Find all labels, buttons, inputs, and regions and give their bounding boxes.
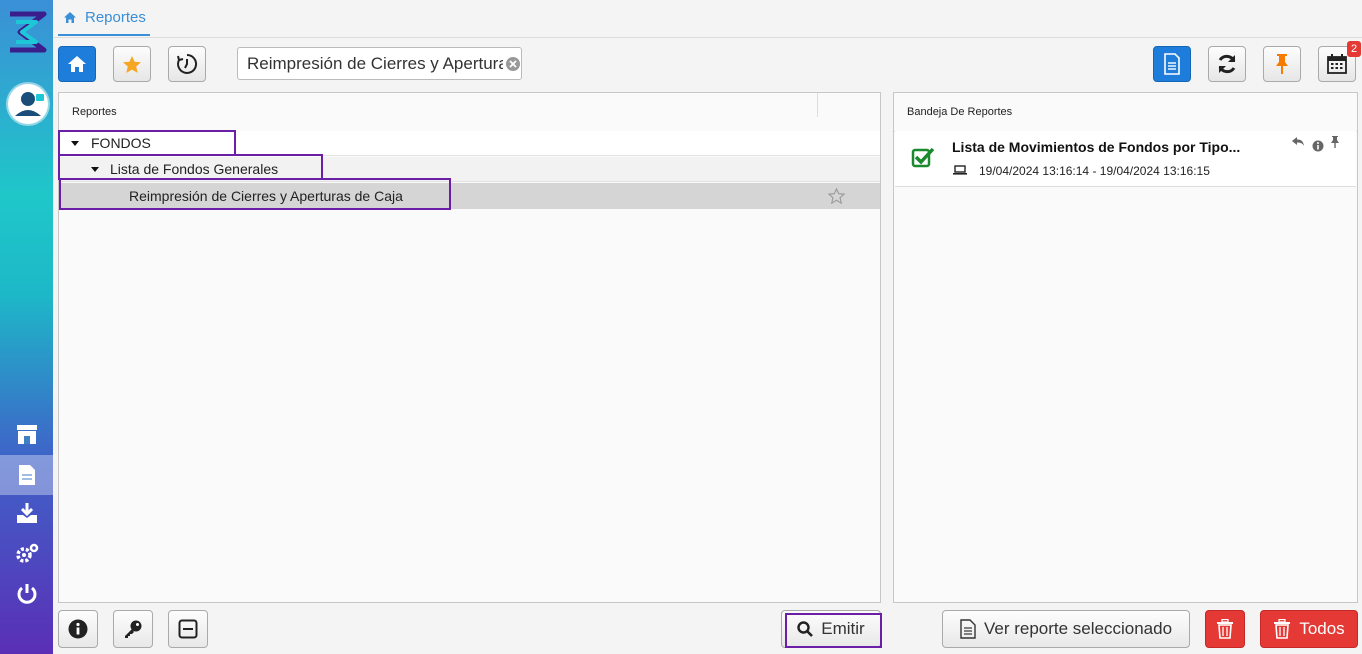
info-icon[interactable] [1312, 140, 1324, 152]
pin-icon[interactable] [1330, 135, 1340, 148]
home-icon [68, 56, 86, 72]
panel-title: Bandeja De Reportes [907, 106, 1013, 118]
divider [53, 37, 1362, 38]
trash-icon [1217, 619, 1233, 639]
star-outline-icon[interactable] [828, 188, 845, 204]
reports-panel: Reportes FONDOS Lista de Fondos Generale… [58, 92, 881, 603]
search-icon [797, 621, 814, 637]
power-icon[interactable] [0, 574, 53, 614]
caret-down-icon[interactable] [71, 140, 79, 146]
reports-icon[interactable] [0, 455, 53, 495]
store-icon[interactable] [0, 414, 53, 454]
settings-icon[interactable] [0, 533, 53, 573]
user-avatar[interactable] [8, 84, 48, 124]
minus-square-icon [178, 619, 198, 639]
calendar-badge: 2 [1347, 41, 1361, 57]
app-logo[interactable] [6, 10, 48, 54]
report-view-button[interactable] [1153, 46, 1191, 82]
search-input[interactable] [238, 52, 505, 75]
refresh-icon [1218, 54, 1236, 74]
clear-icon[interactable] [505, 56, 521, 72]
tray-item-dates: 19/04/2024 13:16:14 - 19/04/2024 13:16:1… [979, 164, 1210, 178]
home-icon [64, 11, 76, 23]
tray-panel: Bandeja De Reportes Lista de Movimientos… [893, 92, 1358, 603]
emit-label: Emitir [821, 619, 865, 638]
tree-node-reimpresion[interactable]: Reimpresión de Cierres y Aperturas de Ca… [59, 183, 880, 209]
trash-icon [1274, 619, 1291, 639]
column-divider [817, 93, 818, 117]
report-search[interactable] [237, 47, 522, 80]
tray-panel-header: Bandeja De Reportes [894, 93, 1357, 132]
delete-all-button[interactable]: Todos [1260, 610, 1358, 648]
user-icon [15, 92, 44, 116]
tray-item[interactable]: Lista de Movimientos de Fondos por Tipo.… [895, 131, 1356, 187]
pin-icon [1276, 54, 1288, 74]
view-selected-label: Ver reporte seleccionado [983, 619, 1173, 638]
reply-icon[interactable] [1291, 136, 1305, 147]
favorites-button[interactable] [113, 46, 151, 82]
collapse-button[interactable] [168, 610, 208, 648]
star-icon [123, 55, 141, 73]
tree-node-label: Lista de Fondos Generales [110, 161, 279, 177]
key-button[interactable] [113, 610, 153, 648]
delete-button[interactable] [1205, 610, 1245, 648]
home-button[interactable] [58, 46, 96, 82]
info-button[interactable] [58, 610, 98, 648]
tray-item-title: Lista de Movimientos de Fondos por Tipo.… [952, 139, 1241, 155]
refresh-button[interactable] [1208, 46, 1246, 82]
download-icon[interactable] [0, 493, 53, 533]
checkbox-checked-icon[interactable] [911, 146, 935, 168]
tree-node-fondos[interactable]: FONDOS [59, 131, 880, 156]
key-icon [125, 620, 142, 638]
emit-button[interactable]: Emitir [781, 610, 881, 648]
pin-button[interactable] [1263, 46, 1301, 82]
reports-panel-header: Reportes [59, 93, 880, 132]
history-icon [177, 53, 198, 74]
delete-all-label: Todos [1299, 619, 1345, 638]
breadcrumb-label: Reportes [85, 8, 146, 26]
tree-node-lista-fondos[interactable]: Lista de Fondos Generales [59, 157, 880, 182]
calendar-icon [1327, 54, 1347, 74]
breadcrumb-tab[interactable]: Reportes [58, 0, 150, 36]
tree-node-label: FONDOS [91, 135, 151, 151]
view-selected-report-button[interactable]: Ver reporte seleccionado [942, 610, 1190, 648]
caret-down-icon[interactable] [91, 166, 99, 172]
sidebar [0, 0, 53, 654]
history-button[interactable] [168, 46, 206, 82]
panel-title: Reportes [72, 106, 117, 118]
document-icon [960, 619, 976, 639]
document-icon [1164, 53, 1180, 75]
tree-node-label: Reimpresión de Cierres y Aperturas de Ca… [129, 188, 403, 204]
laptop-icon [953, 165, 967, 175]
info-icon [68, 619, 88, 639]
